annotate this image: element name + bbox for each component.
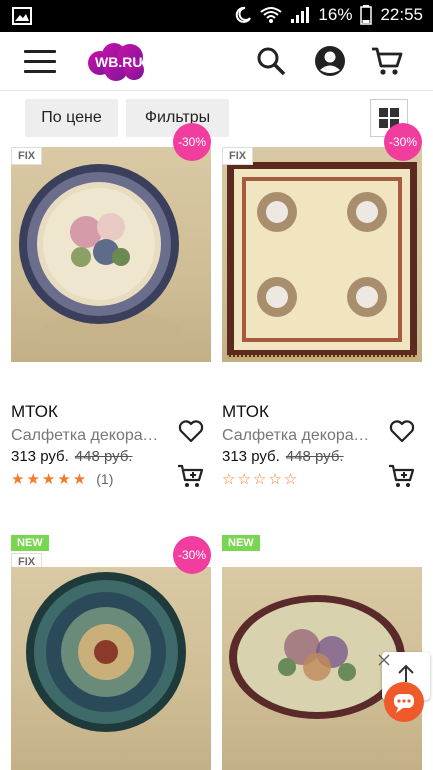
- product-price: 313 руб. 448 руб.: [11, 448, 133, 465]
- logo-text: WB.RU: [95, 54, 143, 70]
- battery-percent: 16%: [318, 5, 353, 24]
- heart-icon[interactable]: [389, 419, 415, 443]
- product-name[interactable]: Салфетка декоративная: [222, 427, 372, 445]
- product-card[interactable]: NEW FIX -30%: [11, 535, 211, 770]
- wifi-icon: [260, 7, 283, 23]
- old-price: 448 руб.: [285, 448, 344, 465]
- fix-badge: FIX: [11, 147, 43, 165]
- gallery-notification-icon: [12, 7, 32, 25]
- app-bar: WB.RU: [0, 32, 433, 90]
- product-price: 313 руб. 448 руб.: [222, 448, 344, 465]
- product-image[interactable]: [11, 147, 211, 362]
- product-brand: МТОК: [222, 402, 269, 421]
- wb-logo[interactable]: WB.RU: [86, 42, 148, 82]
- filter-bar: По цене Фильтры: [0, 91, 433, 147]
- new-badge: NEW: [222, 535, 260, 551]
- signal-icon: [291, 7, 310, 23]
- chat-icon: [394, 694, 414, 713]
- rating-stars: ☆☆☆☆☆: [222, 471, 300, 488]
- product-brand: МТОК: [11, 402, 58, 421]
- battery-icon: [360, 5, 373, 25]
- heart-icon[interactable]: [178, 419, 204, 443]
- product-image[interactable]: [222, 147, 422, 362]
- sort-by-price-button[interactable]: По цене: [25, 99, 118, 137]
- menu-icon[interactable]: [24, 50, 56, 74]
- discount-badge: -30%: [173, 123, 211, 161]
- add-to-cart-icon[interactable]: [388, 463, 416, 489]
- product-name[interactable]: Салфетка декоративная: [11, 427, 161, 445]
- night-mode-icon: [236, 6, 252, 23]
- discount-badge: -30%: [173, 536, 211, 574]
- chat-button[interactable]: [384, 682, 424, 722]
- product-card[interactable]: FIX -30% МТОК Салфетка декоративная 313 …: [11, 123, 211, 497]
- product-image[interactable]: [11, 567, 211, 770]
- discount-badge: -30%: [384, 123, 422, 161]
- product-card[interactable]: FIX -30% МТОК Салфетка декоративная 313 …: [222, 123, 422, 497]
- search-icon[interactable]: [254, 44, 288, 78]
- rating-stars: ★★★★★ (1): [11, 471, 114, 488]
- add-to-cart-icon[interactable]: [177, 463, 205, 489]
- account-icon[interactable]: [313, 44, 347, 78]
- rating-count: (1): [96, 471, 114, 487]
- cart-icon[interactable]: [370, 44, 404, 78]
- clock: 22:55: [380, 5, 423, 24]
- current-price: 313 руб.: [11, 448, 69, 465]
- close-icon[interactable]: [378, 654, 390, 666]
- fix-badge: FIX: [222, 147, 254, 165]
- current-price: 313 руб.: [222, 448, 280, 465]
- new-badge: NEW: [11, 535, 49, 551]
- old-price: 448 руб.: [74, 448, 133, 465]
- status-bar: 16% 22:55: [0, 0, 433, 32]
